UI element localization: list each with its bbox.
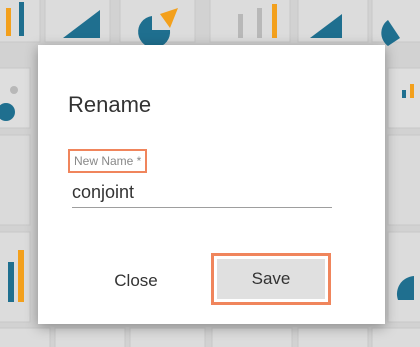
save-button-label: Save: [217, 259, 325, 299]
close-button[interactable]: Close: [96, 265, 176, 297]
save-button[interactable]: Save: [211, 253, 331, 305]
dialog-title: Rename: [68, 92, 152, 117]
rename-dialog: Rename New Name * Close Save: [38, 45, 385, 324]
new-name-input[interactable]: [72, 177, 332, 208]
new-name-label: New Name *: [68, 149, 148, 173]
